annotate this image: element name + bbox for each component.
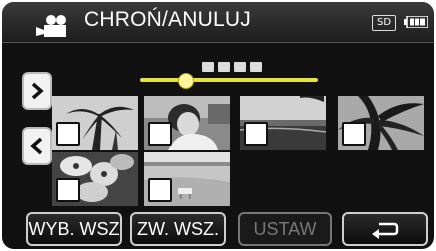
sd-card-indicator: SD <box>372 15 396 31</box>
next-page-button[interactable] <box>22 72 52 110</box>
back-button[interactable] <box>342 212 428 246</box>
title-bar: CHROŃ/ANULUJ SD <box>2 2 434 43</box>
select-checkbox[interactable] <box>56 178 80 202</box>
chevron-right-icon <box>31 82 44 100</box>
select-checkbox[interactable] <box>56 122 80 146</box>
page-dot <box>218 62 230 72</box>
video-camera-icon <box>36 15 66 37</box>
page-title: CHROŃ/ANULUJ <box>84 8 251 31</box>
select-checkbox[interactable] <box>244 122 268 146</box>
thumbnail-palm-tree-silhouette[interactable] <box>52 96 138 150</box>
page-dot <box>250 62 262 72</box>
prev-page-button[interactable] <box>22 127 52 165</box>
battery-icon <box>404 16 428 28</box>
select-all-button[interactable]: WYB. WSZ <box>26 212 122 246</box>
page-indicator <box>202 62 264 74</box>
chevron-left-icon <box>30 137 43 155</box>
return-arrow-icon <box>372 222 399 239</box>
thumbnail-flowers-closeup[interactable] <box>52 152 138 206</box>
page-dot <box>234 62 246 72</box>
select-checkbox[interactable] <box>342 122 366 146</box>
set-button[interactable]: USTAW <box>238 212 332 246</box>
thumbnail-beach-horizon[interactable] <box>240 96 326 150</box>
scroll-bar-knob[interactable] <box>178 73 194 89</box>
select-checkbox[interactable] <box>148 178 172 202</box>
protect-cancel-screen: CHROŃ/ANULUJ SD WYB. WSZ ZW. WSZ. USTAW <box>2 2 434 249</box>
select-checkbox[interactable] <box>148 122 172 146</box>
thumbnail-palm-leaves-sky[interactable] <box>338 96 424 150</box>
scroll-bar[interactable] <box>140 78 318 82</box>
thumbnail-sandy-beach[interactable] <box>144 152 230 206</box>
thumbnail-person-portrait[interactable] <box>144 96 230 150</box>
page-dot <box>202 62 214 72</box>
deselect-all-button[interactable]: ZW. WSZ. <box>130 212 226 246</box>
